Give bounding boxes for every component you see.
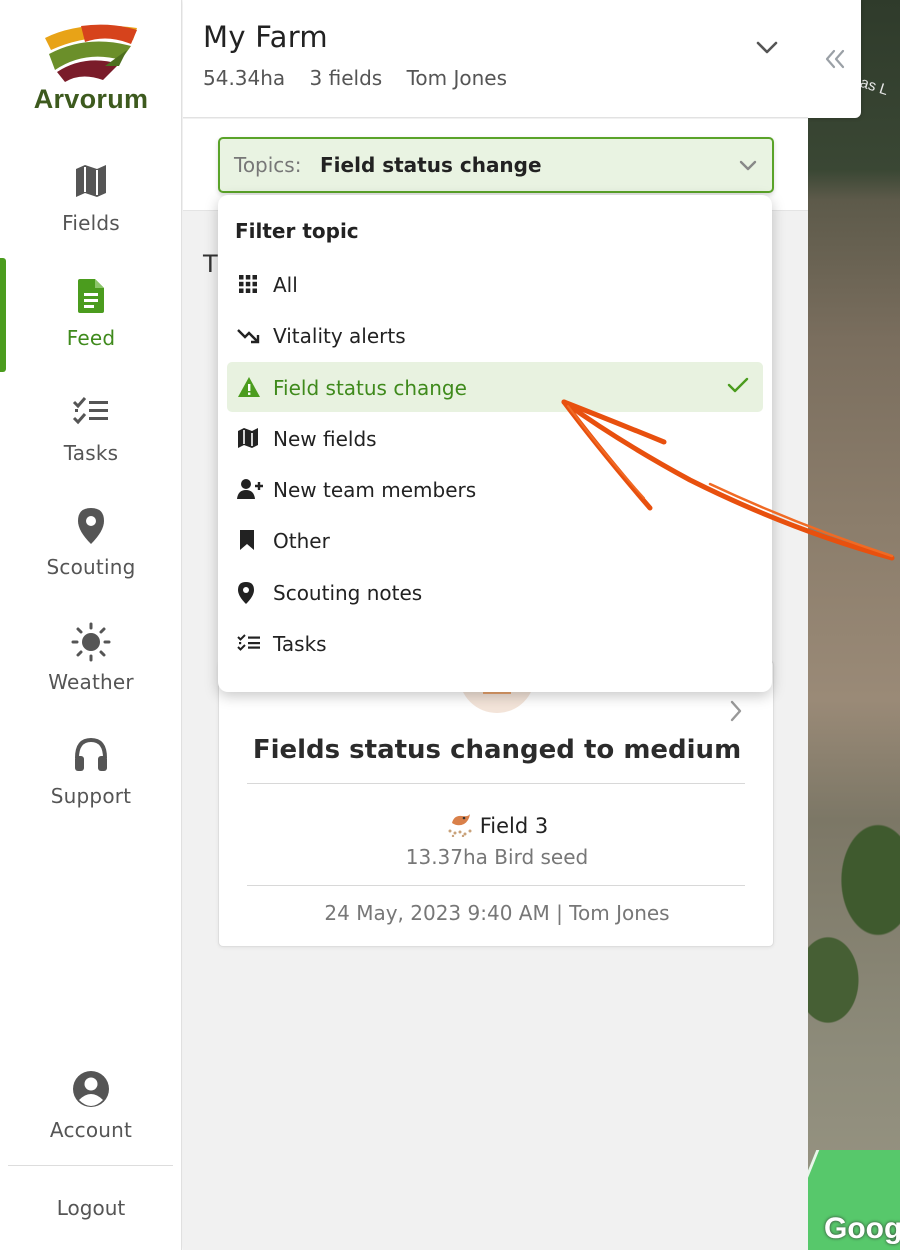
farm-owner: Tom Jones	[406, 66, 507, 90]
checklist-icon	[0, 393, 182, 433]
sidebar-item-label: Fields	[62, 211, 120, 235]
topic-option-all[interactable]: All	[227, 259, 763, 309]
sidebar-item-tasks[interactable]: Tasks	[0, 393, 182, 493]
topic-option-label: Scouting notes	[273, 581, 423, 605]
card-field-detail: 13.37ha Bird seed	[405, 845, 589, 869]
card-title: Fields status changed to medium	[252, 735, 742, 765]
sun-icon	[0, 622, 182, 662]
topic-option-label: New team members	[273, 478, 477, 502]
sidebar-item-account[interactable]: Account	[0, 1070, 182, 1170]
bookmark-icon	[237, 529, 261, 553]
farm-meta: 54.34ha 3 fields Tom Jones	[203, 66, 525, 90]
arvorum-logo-icon	[45, 24, 137, 82]
trend-down-icon	[237, 324, 261, 348]
topic-option-tasks[interactable]: Tasks	[227, 618, 763, 668]
farm-field-count: 3 fields	[309, 66, 383, 90]
chevron-right-icon	[730, 700, 742, 722]
topic-filter-select[interactable]: Topics: Field status change	[218, 137, 774, 193]
card-footer: 24 May, 2023 9:40 AM | Tom Jones	[324, 901, 670, 925]
map-road-label: as L	[858, 74, 891, 99]
farm-header: My Farm 54.34ha 3 fields Tom Jones	[183, 0, 808, 118]
topic-option-vitality-alerts[interactable]: Vitality alerts	[227, 310, 763, 360]
card-open-button[interactable]	[729, 699, 743, 727]
sidebar-item-label: Weather	[48, 670, 134, 694]
double-chevron-left-icon	[825, 49, 844, 69]
collapse-panel-button[interactable]	[808, 0, 861, 118]
sidebar-item-feed[interactable]: Feed	[0, 278, 182, 378]
sidebar-item-label: Scouting	[46, 555, 136, 579]
topic-option-label: Vitality alerts	[273, 324, 406, 348]
annotation-arrow-icon	[561, 399, 895, 561]
card-field: Field 3	[219, 811, 775, 842]
pin-icon	[0, 507, 182, 547]
map-icon	[237, 427, 261, 451]
sidebar-nav: Arvorum Fields Feed Tasks Scouting Weath…	[0, 0, 182, 1250]
topic-option-scouting-notes[interactable]: Scouting notes	[227, 567, 763, 617]
feed-section-heading: T	[203, 250, 218, 278]
map-attribution: Goog	[824, 1212, 900, 1245]
logout-button[interactable]: Logout	[0, 1196, 182, 1220]
farm-title: My Farm	[203, 20, 328, 54]
farm-switcher-button[interactable]	[755, 40, 779, 59]
sidebar-divider	[8, 1165, 173, 1166]
user-add-icon	[237, 478, 263, 502]
pin-icon	[237, 581, 261, 605]
sidebar-item-label: Feed	[66, 326, 116, 350]
topic-option-label: Field status change	[273, 376, 467, 400]
document-icon	[0, 278, 182, 318]
grid-icon	[237, 273, 261, 297]
topic-option-label: All	[273, 273, 298, 297]
sidebar-item-label: Account	[49, 1118, 133, 1142]
warning-icon	[237, 376, 261, 400]
map-icon	[0, 163, 182, 203]
farm-area: 54.34ha	[203, 66, 286, 90]
topic-option-label: Other	[273, 529, 330, 553]
topic-option-label: Tasks	[273, 632, 327, 656]
headset-icon	[0, 736, 182, 776]
sidebar-item-fields[interactable]: Fields	[0, 163, 182, 263]
satellite-map[interactable]: as L Goog	[808, 0, 900, 1250]
checklist-icon	[237, 632, 261, 656]
chevron-down-icon	[756, 41, 778, 54]
topic-option-label: New fields	[273, 427, 377, 451]
sidebar-item-support[interactable]: Support	[0, 736, 182, 836]
sidebar-item-label: Support	[50, 784, 132, 808]
chevron-down-icon	[738, 157, 758, 176]
topic-filter-value: Field status change	[320, 153, 542, 177]
sidebar-item-weather[interactable]: Weather	[0, 622, 182, 722]
topic-filter-prefix: Topics:	[234, 153, 302, 177]
sidebar-item-label: Tasks	[63, 441, 119, 465]
card-divider	[247, 783, 745, 784]
sidebar-item-scouting[interactable]: Scouting	[0, 507, 182, 607]
account-circle-icon	[0, 1070, 182, 1110]
feed-card[interactable]: Fields status changed to medium Field 3 …	[218, 660, 774, 947]
bird-seed-icon	[446, 811, 474, 842]
brand-name: Arvorum	[33, 84, 149, 114]
card-divider	[247, 885, 745, 886]
card-field-name: Field 3	[479, 814, 549, 838]
dropdown-title: Filter topic	[235, 219, 359, 243]
brand-logo[interactable]: Arvorum	[0, 20, 182, 115]
